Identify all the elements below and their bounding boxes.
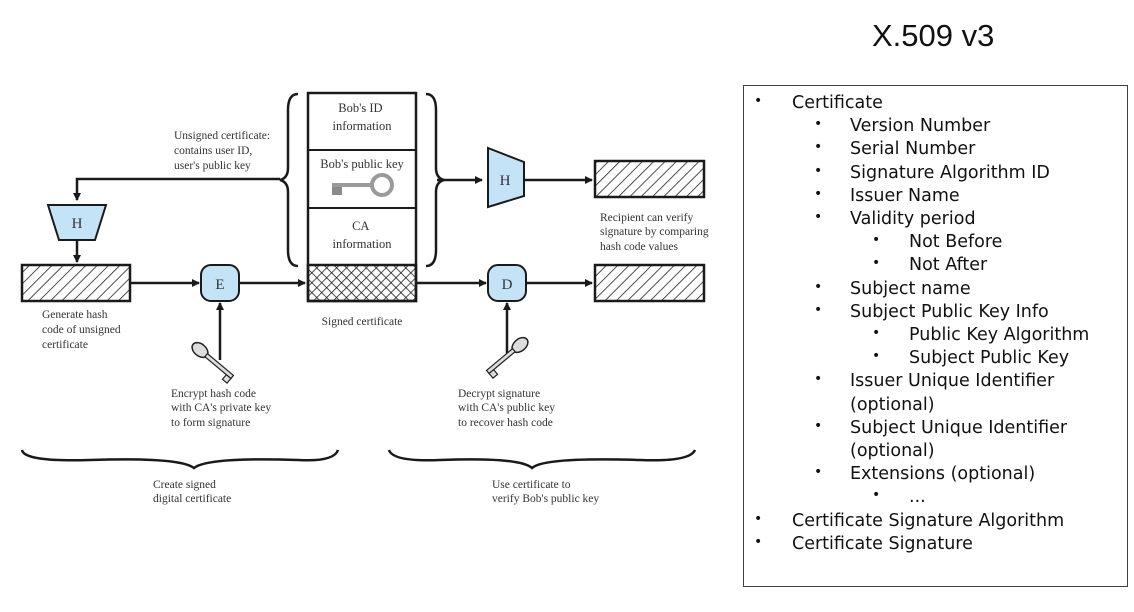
encrypt-box: E: [200, 264, 240, 302]
list-item: Subject Unique Identifier: [850, 417, 1068, 438]
bullet-icon: •: [814, 209, 823, 225]
list-item: Not Before: [909, 232, 1003, 253]
private-key-icon: [191, 341, 235, 384]
list-item: Validity period: [850, 209, 976, 229]
hash-function-right: H: [487, 146, 525, 209]
signature-box: [306, 263, 418, 303]
bullet-icon: •: [814, 417, 823, 434]
certificate-diagram: Unsigned certificate: contains user ID, …: [20, 91, 711, 505]
hash-code-box: [20, 263, 132, 303]
decrypt-note: Decrypt signature with CA's public key t…: [458, 388, 558, 429]
bullet-icon: •: [754, 510, 763, 527]
encrypt-note: Encrypt hash code with CA's private key …: [171, 388, 274, 429]
list-item: Not After: [909, 255, 988, 276]
list-item: Serial Number: [850, 139, 976, 160]
recipient-note: Recipient can verify signature by compar…: [600, 212, 711, 253]
computed-hash-box: [593, 159, 706, 199]
list-item: (optional): [850, 441, 935, 461]
bullet-icon: •: [814, 371, 823, 388]
create-group-brace: [20, 449, 340, 470]
bullet-icon: •: [754, 93, 763, 109]
list-item: Certificate: [792, 93, 883, 113]
hash-function-left: H: [46, 204, 108, 241]
list-item: Subject Public Key Info: [850, 301, 1049, 322]
unsigned-note: Unsigned certificate: contains user ID, …: [174, 130, 273, 172]
svg-text:E: E: [215, 277, 224, 293]
svg-text:H: H: [500, 173, 511, 189]
use-group-label: Use certificate to verify Bob's public k…: [492, 479, 599, 505]
list-item: ...: [909, 487, 926, 508]
decrypt-box: D: [487, 264, 527, 302]
cert-pubkey-field: Bob's public key: [320, 157, 404, 171]
slide-title: X.509 v3: [872, 18, 995, 53]
bullet-icon: •: [872, 348, 881, 365]
bullet-icon: •: [814, 301, 823, 318]
list-item: Certificate Signature: [792, 533, 973, 554]
list-item: Issuer Name: [850, 185, 960, 206]
bullet-icon: •: [814, 278, 823, 295]
use-group-brace: [387, 449, 697, 470]
list-item: (optional): [850, 394, 935, 415]
x509-fields-list: • Certificate • Version Number • Serial Numbe…: [743, 85, 1128, 587]
generate-hash-note: Generate hash code of unsigned certifica…: [42, 309, 123, 351]
bullet-icon: •: [872, 487, 881, 504]
list-item: Signature Algorithm ID: [850, 162, 1050, 183]
list-item: Version Number: [850, 116, 991, 137]
bullet-icon: •: [814, 116, 823, 133]
list-item: Subject name: [850, 278, 971, 299]
list-item: Subject Public Key: [909, 348, 1070, 369]
list-item: Public Key Algorithm: [909, 325, 1090, 345]
bullet-icon: •: [872, 255, 881, 272]
recovered-hash-box: [593, 263, 706, 303]
arrow-to-hash: [73, 177, 280, 201]
list-item: Issuer Unique Identifier: [850, 371, 1055, 392]
left-brace: [279, 92, 299, 268]
bullet-icon: •: [814, 185, 823, 202]
list-item: Certificate Signature Algorithm: [792, 510, 1065, 531]
bullet-icon: •: [814, 464, 823, 481]
svg-text:H: H: [72, 216, 83, 232]
bullet-icon: •: [872, 325, 881, 341]
list-item: Extensions (optional): [850, 464, 1036, 485]
create-group-label: Create signed digital certificate: [153, 479, 231, 505]
bullet-icon: •: [872, 232, 881, 249]
bullet-icon: •: [814, 162, 823, 179]
bullet-icon: •: [754, 533, 763, 550]
bullet-icon: •: [814, 139, 823, 156]
svg-text:D: D: [502, 277, 513, 293]
signed-cert-label: Signed certificate: [322, 316, 403, 328]
